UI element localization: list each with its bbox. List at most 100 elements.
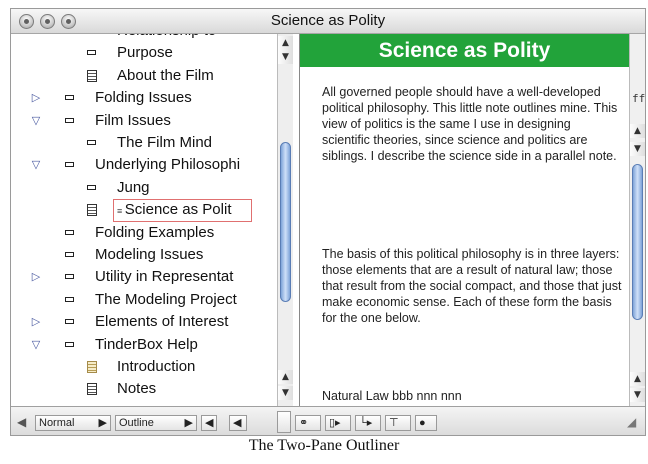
note-icon <box>65 252 74 257</box>
title-bar: Science as Polity <box>11 9 645 34</box>
format-icon[interactable]: ff <box>632 92 645 105</box>
outline-row[interactable]: Notes <box>11 378 277 400</box>
view-mode-select[interactable]: Normal ▶ <box>35 415 111 431</box>
color-button[interactable]: ● <box>415 415 437 431</box>
disclosure-expanded-icon[interactable]: ▽ <box>29 110 43 132</box>
scroll-up-arrow-icon[interactable]: ▲ <box>278 36 293 50</box>
dropdown-arrow-icon: ▶ <box>184 417 193 429</box>
outline-row-label: Film Issues <box>95 111 171 129</box>
note-icon <box>65 319 74 325</box>
disclosure-expanded-icon[interactable]: ▽ <box>29 334 43 356</box>
selected-note-label[interactable]: ≡ Science as Polit <box>113 199 252 223</box>
note-text-pane[interactable]: Science as Polity All governed people sh… <box>299 34 629 406</box>
outline-row-label: Underlying Philosophi <box>95 156 241 174</box>
note-label[interactable]: TinderBox Help <box>95 334 198 356</box>
note-icon <box>87 184 96 190</box>
note-label[interactable]: Underlying Philosophi <box>95 154 240 176</box>
note-icon <box>65 95 74 101</box>
outline-row[interactable]: ▽ Film Issues <box>11 110 277 132</box>
note-label[interactable]: Utility in Representat <box>95 266 233 288</box>
note-label[interactable]: Film Issues <box>95 110 171 132</box>
outline-row-label: The Modeling Project <box>95 290 237 308</box>
text-scrollbar[interactable]: ff ▲ ▼ ▲ ▼ <box>629 34 645 406</box>
note-paragraph-2[interactable]: The basis of this political philosophy i… <box>322 246 622 326</box>
outline-row[interactable]: Folding Examples <box>11 222 277 244</box>
outline-mode-select[interactable]: Outline ▶ <box>115 415 197 431</box>
outline-pane[interactable]: Relationship to Purpose About the Film ▷ Fol… <box>11 34 299 406</box>
text-scroll-thumb[interactable] <box>632 164 643 320</box>
disclosure-expanded-icon[interactable]: ▽ <box>29 154 43 176</box>
scroll-up-arrow-icon[interactable]: ▲ <box>278 370 293 384</box>
note-label[interactable]: Jung <box>117 177 150 199</box>
note-label[interactable]: The Film Mind <box>117 132 212 154</box>
note-icon: ▯▸ <box>329 417 341 429</box>
outline-row-label: Folding Examples <box>95 223 215 241</box>
note-label[interactable]: Notes <box>117 378 156 400</box>
outline-row[interactable]: The Film Mind <box>11 132 277 154</box>
note-icon <box>65 296 74 302</box>
scroll-up-arrow-icon[interactable]: ▲ <box>630 372 645 386</box>
document-icon <box>87 204 97 217</box>
outline-row[interactable]: ▽ Underlying Philosophi <box>11 154 277 176</box>
note-icon <box>65 341 74 347</box>
note-paragraph-1[interactable]: All governed people should have a well-d… <box>322 84 622 164</box>
outline-row-label: Modeling Issues <box>95 246 204 263</box>
link-tool-button[interactable]: ⚭ <box>295 415 321 431</box>
outline-row[interactable]: ▷ Utility in Representat <box>11 266 277 288</box>
indent-icon: └▸ <box>359 417 373 429</box>
note-icon <box>65 117 74 123</box>
note-icon <box>65 274 74 280</box>
resize-grip-icon[interactable]: ◢ <box>627 415 636 429</box>
outline-row[interactable]: Relationship to <box>11 34 277 42</box>
note-label[interactable]: Elements of Interest <box>95 311 228 333</box>
outline-row[interactable]: Modeling Issues <box>11 244 277 266</box>
note-paragraph-3[interactable]: Natural Law bbb nnn nnn <box>322 388 622 404</box>
outline-row-label: Utility in Representat <box>95 268 234 286</box>
outline-row[interactable]: ▽ TinderBox Help <box>11 334 277 356</box>
scroll-left-button[interactable]: ◀ <box>229 415 247 431</box>
outline-row-label: Science as Polit <box>124 201 232 219</box>
outline-row[interactable]: The Modeling Project <box>11 289 277 311</box>
note-label[interactable]: Folding Examples <box>95 222 214 244</box>
note-label[interactable]: Modeling Issues <box>95 244 203 266</box>
outline-row[interactable]: Purpose <box>11 42 277 64</box>
scroll-up-arrow-icon[interactable]: ▲ <box>630 124 645 138</box>
outline-mode-label: Outline <box>119 417 154 429</box>
outline-row[interactable]: Introduction <box>11 356 277 378</box>
note-label[interactable]: Relationship to <box>117 34 216 42</box>
note-icon <box>65 162 74 168</box>
outline-scroll-thumb[interactable] <box>280 142 291 302</box>
outline-row[interactable]: ▷ Elements of Interest <box>11 311 277 333</box>
disclosure-collapsed-icon[interactable]: ▷ <box>29 87 43 109</box>
note-label[interactable]: The Modeling Project <box>95 289 237 311</box>
document-icon <box>87 383 97 396</box>
disclosure-collapsed-icon[interactable]: ▷ <box>29 311 43 333</box>
outline-row-label: Elements of Interest <box>95 313 229 331</box>
globe-icon: ● <box>419 417 426 429</box>
outline-scrollbar[interactable]: ▲ ▼ ▲ ▼ <box>277 34 293 406</box>
scroll-down-arrow-icon[interactable]: ▼ <box>630 142 645 156</box>
note-icon <box>87 140 96 145</box>
outline-row-label: Introduction <box>117 358 196 375</box>
outline-row[interactable]: About the Film <box>11 65 277 87</box>
outline-row-label: About the Film <box>117 66 214 84</box>
outline-row[interactable]: ≡ Science as Polit <box>11 199 277 223</box>
indent-tool-button[interactable]: └▸ <box>355 415 381 431</box>
note-label[interactable]: Introduction <box>117 356 195 378</box>
dropdown-arrow-icon: ▶ <box>98 417 107 429</box>
pane-splitter[interactable] <box>277 411 291 433</box>
note-label[interactable]: About the Film <box>117 65 214 87</box>
tool-button[interactable]: ⊤ <box>385 415 411 431</box>
outline-row[interactable]: Jung <box>11 177 277 199</box>
scroll-down-arrow-icon[interactable]: ▼ <box>278 386 293 400</box>
bottom-toolbar: ◀ Normal ▶ Outline ▶ ◀ ◀ ⚭ ▯▸ └▸ ⊤ ● ◢ <box>11 406 645 435</box>
scroll-down-arrow-icon[interactable]: ▼ <box>278 50 293 64</box>
scroll-down-arrow-icon[interactable]: ▼ <box>630 388 645 402</box>
note-label[interactable]: Purpose <box>117 42 173 64</box>
disclosure-collapsed-icon[interactable]: ▷ <box>29 266 43 288</box>
scroll-left-button[interactable]: ◀ <box>201 415 217 431</box>
note-label[interactable]: Folding Issues <box>95 87 192 109</box>
outline-row[interactable]: ▷ Folding Issues <box>11 87 277 109</box>
back-arrow-icon[interactable]: ◀ <box>17 415 26 429</box>
note-tool-button[interactable]: ▯▸ <box>325 415 351 431</box>
